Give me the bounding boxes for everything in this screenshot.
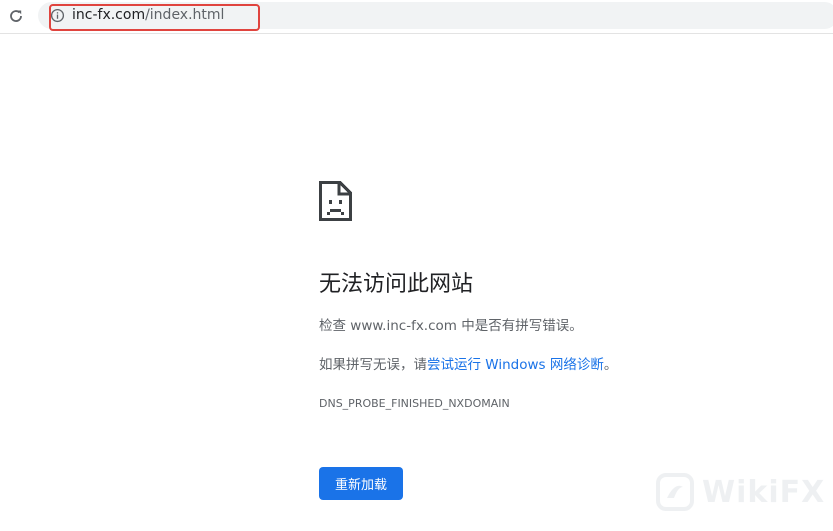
url-text[interactable]: inc-fx.com/index.html <box>72 6 224 24</box>
reload-icon[interactable] <box>4 4 28 28</box>
error-title: 无法访问此网站 <box>319 272 474 297</box>
url-path: /index.html <box>145 7 225 23</box>
diagnostics-suffix: 。 <box>603 357 618 373</box>
info-icon[interactable] <box>50 8 65 23</box>
url-domain: inc-fx.com <box>72 7 146 23</box>
watermark-text: WikiFX <box>702 474 826 510</box>
error-message-diagnostics: 如果拼写无误，请尝试运行 Windows 网络诊断。 <box>319 355 617 375</box>
error-message-spelling: 检查 www.inc-fx.com 中是否有拼写错误。 <box>319 318 583 334</box>
diagnostics-prefix: 如果拼写无误，请 <box>319 357 427 373</box>
wikifx-watermark: WikiFX <box>656 470 826 514</box>
reload-button[interactable]: 重新加载 <box>319 467 403 500</box>
sad-page-icon <box>319 181 352 221</box>
wikifx-logo-icon <box>656 473 694 511</box>
browser-toolbar: inc-fx.com/index.html <box>0 0 833 34</box>
error-code: DNS_PROBE_FINISHED_NXDOMAIN <box>319 397 510 410</box>
address-bar[interactable]: inc-fx.com/index.html <box>38 2 833 29</box>
network-diagnostics-link[interactable]: 尝试运行 Windows 网络诊断 <box>427 357 604 373</box>
